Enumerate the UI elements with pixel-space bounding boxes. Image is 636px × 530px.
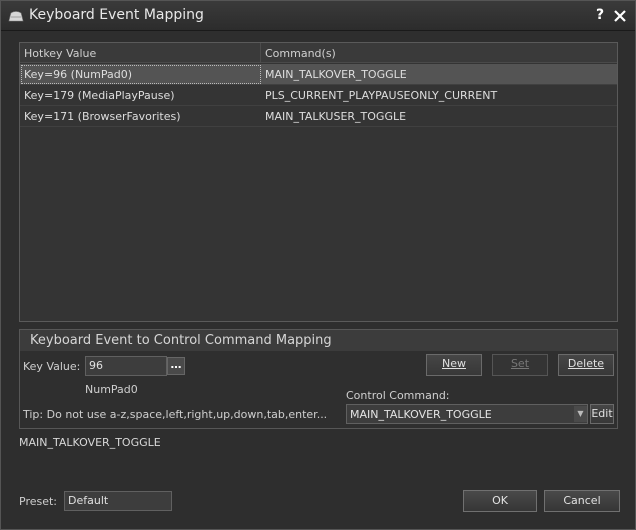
table-row[interactable]: Key=96 (NumPad0) MAIN_TALKOVER_TOGGLE [20,64,617,85]
command-cell: MAIN_TALKUSER_TOGGLE [265,110,407,123]
keyboard-event-mapping-dialog: Keyboard Event Mapping ? Hotkey Value Co… [0,0,636,530]
status-text: MAIN_TALKOVER_TOGGLE [19,436,161,449]
column-header-commands[interactable]: Command(s) [265,47,336,60]
command-cell: MAIN_TALKOVER_TOGGLE [265,68,407,81]
key-browse-button[interactable]: … [167,357,185,375]
control-command-select[interactable]: MAIN_TALKOVER_TOGGLE ▼ [346,404,588,424]
hotkey-list[interactable]: Hotkey Value Command(s) Key=96 (NumPad0)… [19,42,618,322]
tip-text: Tip: Do not use a-z,space,left,right,up,… [23,408,328,421]
set-button[interactable]: Set [492,354,548,376]
preset-input[interactable]: Default [64,491,172,511]
new-button[interactable]: New [426,354,482,376]
hotkey-cell: Key=96 (NumPad0) [24,68,133,81]
hotkey-cell: Key=179 (MediaPlayPause) [24,89,175,102]
list-header: Hotkey Value Command(s) [20,43,617,63]
preset-label: Preset: [19,495,58,508]
chevron-down-icon[interactable]: ▼ [574,406,587,422]
app-icon [8,11,24,22]
group-header: Keyboard Event to Control Command Mappin… [20,330,617,351]
key-value-input[interactable]: 96 [85,356,167,376]
control-command-value: MAIN_TALKOVER_TOGGLE [350,408,492,421]
key-value-label: Key Value: [23,360,81,373]
control-command-label: Control Command: [346,389,450,402]
group-title: Keyboard Event to Control Command Mappin… [30,333,332,348]
edit-button[interactable]: Edit [590,404,614,424]
set-button-label: Set [510,357,530,370]
hotkey-cell: Key=171 (BrowserFavorites) [24,110,181,123]
help-button[interactable]: ? [593,7,607,25]
column-header-hotkey[interactable]: Hotkey Value [24,47,96,60]
delete-button[interactable]: Delete [558,354,614,376]
key-name-text: NumPad0 [85,383,138,396]
column-divider[interactable] [260,43,261,63]
table-row[interactable]: Key=171 (BrowserFavorites) MAIN_TALKUSER… [20,106,617,127]
close-icon[interactable] [613,8,627,24]
ok-button[interactable]: OK [463,490,537,512]
delete-button-label: Delete [567,357,605,370]
window-title: Keyboard Event Mapping [29,7,204,23]
title-bar[interactable]: Keyboard Event Mapping ? [1,1,635,31]
table-row[interactable]: Key=179 (MediaPlayPause) PLS_CURRENT_PLA… [20,85,617,106]
cancel-button[interactable]: Cancel [544,490,620,512]
new-button-label: New [442,357,466,370]
command-cell: PLS_CURRENT_PLAYPAUSEONLY_CURRENT [265,89,498,102]
